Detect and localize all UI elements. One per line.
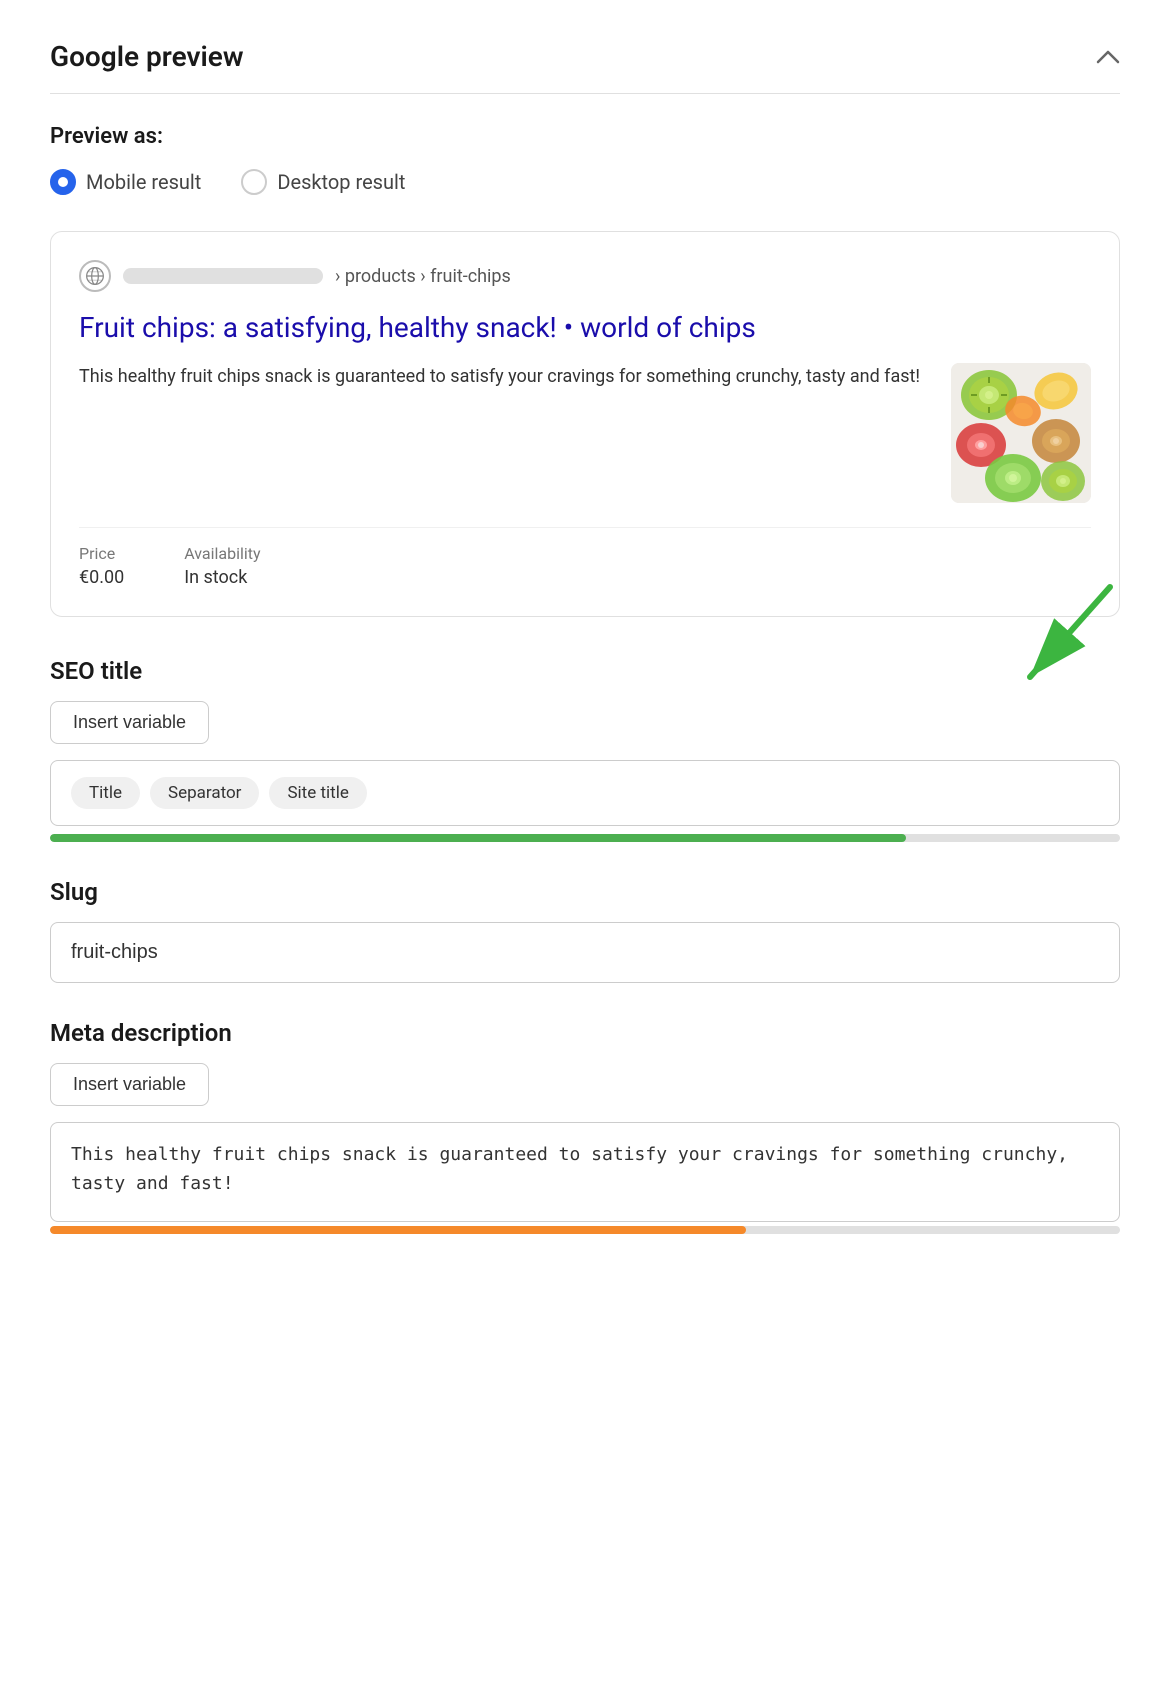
desktop-radio-button[interactable] (241, 169, 267, 195)
seo-title-label: SEO title (50, 657, 1120, 685)
price-value: €0.00 (79, 567, 124, 588)
seo-title-progress-bar (50, 834, 1120, 842)
site-title-token[interactable]: Site title (269, 777, 366, 809)
url-bar: › products › fruit-chips (79, 260, 1091, 292)
preview-as-section: Preview as: Mobile result Desktop result (50, 124, 1120, 195)
seo-title-insert-variable-button[interactable]: Insert variable (50, 701, 209, 744)
collapse-button[interactable] (1096, 45, 1120, 69)
mobile-radio-button[interactable] (50, 169, 76, 195)
title-token[interactable]: Title (71, 777, 140, 809)
seo-title-progress-fill (50, 834, 906, 842)
desktop-result-option[interactable]: Desktop result (241, 169, 405, 195)
seo-title-section: SEO title Insert variable Title Separato… (50, 657, 1120, 842)
meta-description-textarea[interactable] (50, 1122, 1120, 1222)
globe-icon (79, 260, 111, 292)
availability-item: Availability In stock (184, 544, 260, 588)
url-placeholder (123, 268, 323, 284)
google-preview-card: › products › fruit-chips Fruit chips: a … (50, 231, 1120, 617)
seo-title-token-field: Title Separator Site title (50, 760, 1120, 826)
availability-label: Availability (184, 544, 260, 563)
preview-as-label: Preview as: (50, 124, 1120, 149)
preview-radio-group: Mobile result Desktop result (50, 169, 1120, 195)
meta-description-section: Meta description Insert variable (50, 1019, 1120, 1234)
meta-description-progress-bar (50, 1226, 1120, 1234)
meta-description-insert-variable-button[interactable]: Insert variable (50, 1063, 209, 1106)
card-description: This healthy fruit chips snack is guaran… (79, 363, 931, 503)
mobile-result-option[interactable]: Mobile result (50, 169, 201, 195)
slug-input[interactable] (50, 922, 1120, 983)
mobile-result-label: Mobile result (86, 170, 201, 194)
slug-section: Slug (50, 878, 1120, 983)
section-title: Google preview (50, 40, 244, 73)
desktop-result-label: Desktop result (277, 170, 405, 194)
availability-value: In stock (184, 567, 260, 588)
section-header: Google preview (50, 40, 1120, 94)
url-breadcrumb: › products › fruit-chips (335, 266, 511, 287)
separator-token[interactable]: Separator (150, 777, 259, 809)
product-image (951, 363, 1091, 503)
card-content-row: This healthy fruit chips snack is guaran… (79, 363, 1091, 503)
card-meta: Price €0.00 Availability In stock (79, 527, 1091, 588)
price-item: Price €0.00 (79, 544, 124, 588)
price-label: Price (79, 544, 124, 563)
slug-label: Slug (50, 878, 1120, 906)
meta-description-progress-fill (50, 1226, 746, 1234)
meta-description-label: Meta description (50, 1019, 1120, 1047)
card-title: Fruit chips: a satisfying, healthy snack… (79, 308, 1091, 347)
